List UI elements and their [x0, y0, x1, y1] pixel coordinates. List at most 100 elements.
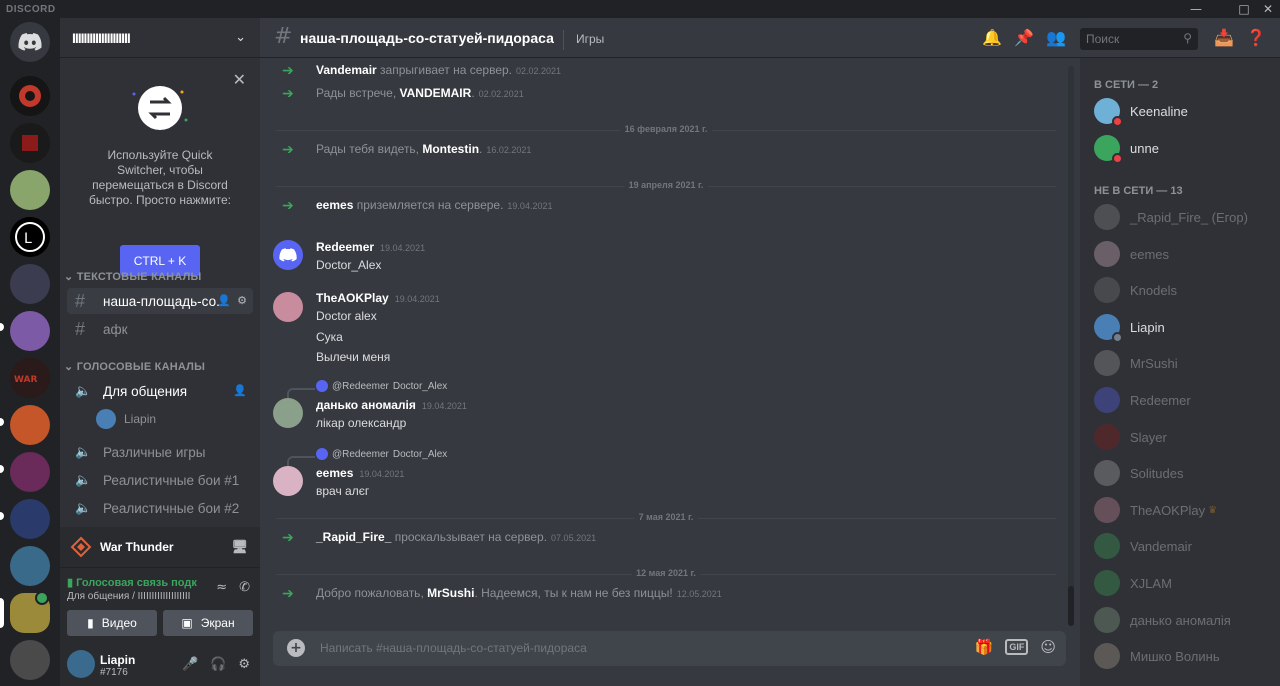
timestamp: 19.04.2021	[507, 201, 553, 211]
inbox-icon[interactable]: 📥	[1214, 28, 1234, 47]
invite-icon[interactable]: 👤	[217, 294, 231, 307]
server-icon-7[interactable]: WAR	[10, 358, 50, 398]
voice-channel-item[interactable]: 🔈 Для общения 👤	[67, 378, 253, 404]
server-icon-9[interactable]	[10, 452, 50, 492]
message-user[interactable]: Montestin	[422, 142, 479, 156]
member-item[interactable]: Keenaline	[1094, 98, 1274, 127]
gear-icon[interactable]: ⚙	[238, 657, 250, 672]
reply-preview[interactable]: @Redeemer Doctor_Alex	[316, 448, 447, 460]
message-line: врач алєг	[316, 484, 370, 498]
message-author[interactable]: TheAOKPlay	[316, 291, 389, 305]
attach-plus-icon[interactable]: +	[287, 639, 305, 657]
message-line: Doctor alex	[316, 309, 377, 323]
avatar[interactable]	[67, 650, 95, 678]
channel-item-active[interactable]: # наша-площадь-со... 👤 ⚙	[67, 288, 253, 314]
voice-channel-item[interactable]: 🔈 Различные игры	[67, 439, 253, 465]
member-item[interactable]: TheAOKPlay ♛	[1094, 497, 1274, 523]
offline-status-icon	[1112, 332, 1123, 343]
voice-channel-item[interactable]: 🔈 Реалистичные бои #1	[67, 467, 253, 493]
member-item[interactable]: Slayer	[1094, 424, 1274, 450]
member-item[interactable]: Redeemer	[1094, 387, 1274, 413]
message-user[interactable]: Vandemair	[316, 63, 377, 77]
maximize-icon[interactable]: □	[1232, 0, 1256, 18]
member-item[interactable]: unne	[1094, 135, 1274, 164]
member-item[interactable]: MrSushi	[1094, 350, 1274, 376]
member-item[interactable]: Vandemair	[1094, 533, 1274, 559]
activity-bar[interactable]: War Thunder 🖥	[60, 527, 260, 567]
server-icon-10[interactable]	[10, 499, 50, 539]
search-input[interactable]: Поиск ⚲	[1080, 28, 1198, 50]
message-user[interactable]: _Rapid_Fire_	[316, 530, 391, 544]
headphones-icon[interactable]: 🎧	[210, 657, 226, 672]
video-button[interactable]: ▮ Видео	[67, 610, 157, 636]
username: Liapin	[100, 653, 136, 667]
server-icon-1[interactable]	[10, 76, 50, 116]
member-item[interactable]: Мишко Волинь	[1094, 643, 1274, 669]
member-item[interactable]: Solitudes	[1094, 460, 1274, 486]
member-item[interactable]: eemes	[1094, 241, 1274, 267]
members-icon[interactable]: 👥	[1046, 28, 1066, 47]
server-icon-11[interactable]	[10, 546, 50, 586]
server-icon-6[interactable]	[10, 311, 50, 351]
screen-share-button[interactable]: ▣ Экран	[163, 610, 253, 636]
gift-icon[interactable]: 🎁	[975, 638, 994, 656]
member-item[interactable]: данько аномалія	[1094, 607, 1274, 633]
speaker-icon: 🔈	[75, 500, 92, 515]
noise-suppression-icon[interactable]: ≈	[216, 580, 227, 595]
member-name: eemes	[1130, 246, 1170, 262]
member-item[interactable]: Knodels	[1094, 277, 1274, 303]
home-button[interactable]	[10, 22, 50, 62]
pin-icon[interactable]: 📌	[1014, 28, 1034, 47]
server-icon-12[interactable]	[10, 640, 50, 680]
gif-icon[interactable]: GIF	[1005, 639, 1029, 655]
date-divider: 19 апреля 2021 г.	[276, 180, 1056, 190]
user-panel: Liapin #7176 🎤 🎧 ⚙	[60, 647, 260, 686]
message-header: TheAOKPlay 19.04.2021	[316, 291, 440, 305]
help-icon[interactable]: ❓	[1246, 28, 1266, 47]
voice-user[interactable]: Liapin	[96, 409, 156, 429]
channel-item[interactable]: # афк	[67, 316, 253, 342]
message-author[interactable]: eemes	[316, 466, 353, 480]
unread-indicator	[0, 323, 4, 331]
message-user[interactable]: VANDEMAIR	[400, 86, 472, 100]
member-item[interactable]: XJLAM	[1094, 570, 1274, 596]
invite-icon[interactable]: 👤	[233, 384, 247, 397]
message-text: .	[479, 142, 483, 156]
avatar[interactable]	[273, 240, 303, 270]
avatar[interactable]	[273, 466, 303, 496]
join-arrow-icon: ➔	[282, 61, 294, 78]
search-placeholder: Поиск	[1086, 32, 1120, 46]
server-icon-4[interactable]: L	[10, 217, 50, 257]
close-window-icon[interactable]: ✕	[1256, 0, 1280, 18]
server-icon-8[interactable]	[10, 405, 50, 445]
emoji-icon[interactable]: ☺	[1040, 638, 1056, 656]
avatar	[1094, 533, 1120, 559]
server-header[interactable]: IIIIIIIIIIIIIIIIIIII ⌄	[60, 18, 260, 58]
member-item[interactable]: _Rapid_Fire_ (Егор)	[1094, 204, 1274, 230]
microphone-icon[interactable]: 🎤	[182, 657, 198, 672]
message-author[interactable]: Redeemer	[316, 240, 374, 254]
voice-status-sub[interactable]: Для общения / IIIIIIIIIIIIIIIIIII	[67, 591, 190, 602]
bell-icon[interactable]: 🔔	[982, 28, 1002, 47]
scrollbar[interactable]	[1068, 66, 1074, 626]
member-item[interactable]: Liapin	[1094, 314, 1274, 343]
message-user[interactable]: eemes	[316, 198, 353, 212]
avatar[interactable]	[273, 398, 303, 428]
server-icon-5[interactable]	[10, 264, 50, 304]
category-voice-channels[interactable]: ⌄ ГОЛОСОВЫЕ КАНАЛЫ	[64, 360, 205, 373]
disconnect-icon[interactable]: ✆	[239, 580, 250, 595]
avatar[interactable]	[273, 292, 303, 322]
message-composer[interactable]: + Написать #наша-площадь-со-статуей-пидо…	[273, 631, 1066, 666]
message-author[interactable]: данько аномалія	[316, 398, 416, 412]
minimize-icon[interactable]: —	[1184, 0, 1208, 18]
gear-icon[interactable]: ⚙	[237, 294, 247, 307]
stream-icon[interactable]: 🖥	[231, 539, 248, 555]
message-user[interactable]: MrSushi	[427, 586, 474, 600]
voice-channel-item[interactable]: 🔈 Реалистичные бои #2	[67, 495, 253, 521]
scrollbar-thumb[interactable]	[1068, 586, 1074, 626]
server-icon-3[interactable]	[10, 170, 50, 210]
reply-preview[interactable]: @Redeemer Doctor_Alex	[316, 380, 447, 392]
close-icon[interactable]: ✕	[233, 70, 246, 89]
category-text-channels[interactable]: ⌄ ТЕКСТОВЫЕ КАНАЛЫ	[64, 270, 201, 283]
server-icon-2[interactable]	[10, 123, 50, 163]
